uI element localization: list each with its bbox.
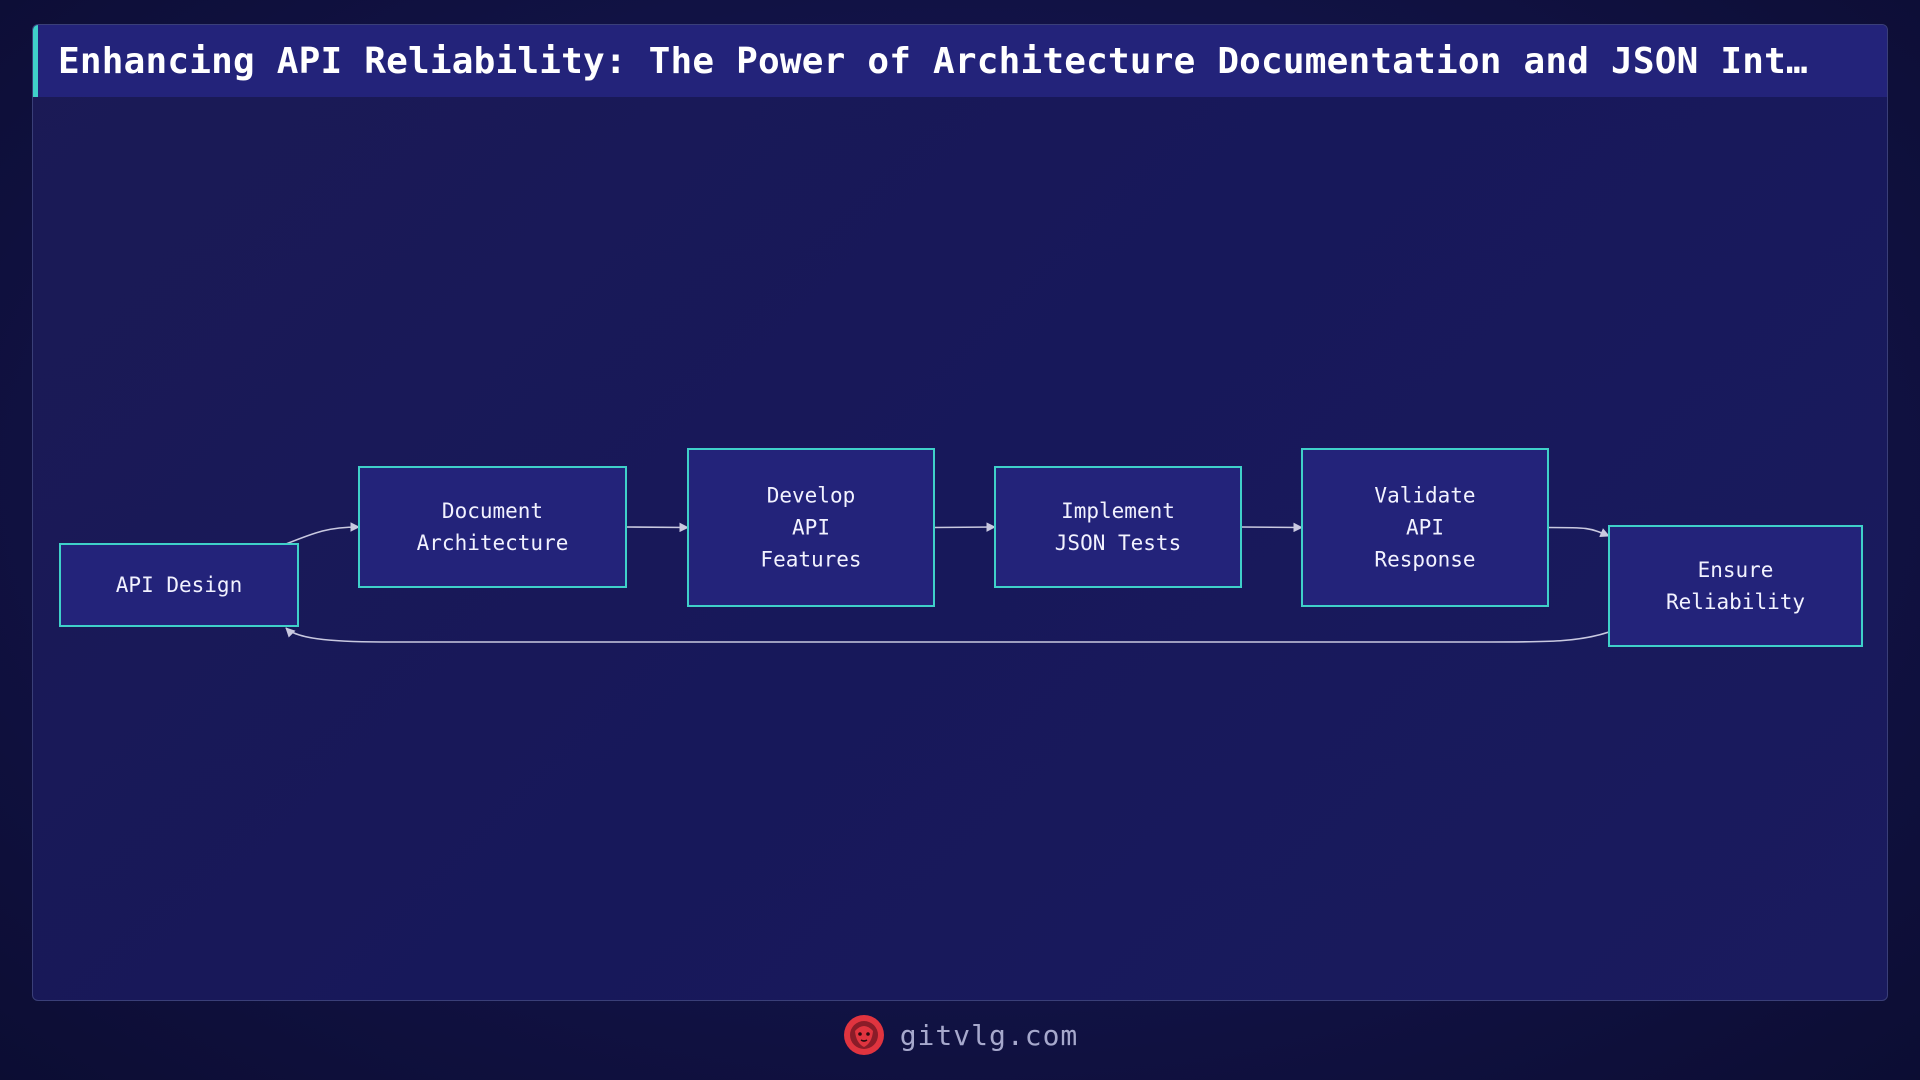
site-url[interactable]: gitvlg.com <box>900 1019 1079 1052</box>
node-box <box>1608 525 1863 647</box>
edge-ensure-reliability-to-api-design <box>285 627 1610 643</box>
node-validate-api-response: Validate API Response <box>1301 448 1549 607</box>
node-ensure-reliability: Ensure Reliability <box>1608 525 1863 647</box>
flow-diagram: API Design Document Architecture Develop API… <box>59 448 1863 647</box>
lion-head-icon <box>843 1015 884 1055</box>
node-document-architecture: Document Architecture <box>358 466 627 588</box>
node-label: API <box>1406 516 1444 540</box>
node-develop-api-features: Develop API Features <box>687 448 935 607</box>
edge-implement-json-tests-to-validate-api-response <box>1240 522 1303 533</box>
node-label: JSON Tests <box>1055 531 1181 555</box>
edge-api-design-to-document-architecture <box>285 522 360 545</box>
node-label: Implement <box>1061 499 1175 523</box>
node-label: Response <box>1374 548 1475 572</box>
node-label: Reliability <box>1666 590 1805 614</box>
node-label: API <box>792 516 830 540</box>
node-label: API Design <box>116 573 242 597</box>
node-label: Ensure <box>1698 558 1774 582</box>
slide-background: Enhancing API Reliability: The Power of … <box>0 0 1920 1080</box>
node-label: Develop <box>767 484 856 508</box>
node-label: Features <box>760 548 861 572</box>
node-label: Document <box>442 499 543 523</box>
footer: gitvlg.com <box>0 1010 1920 1060</box>
edge-document-architecture-to-develop-api-features <box>625 522 689 533</box>
node-implement-json-tests: Implement JSON Tests <box>994 466 1242 588</box>
node-box <box>358 466 627 588</box>
node-label: Architecture <box>417 531 569 555</box>
node-api-design: API Design <box>59 543 299 627</box>
edge-develop-api-features-to-implement-json-tests <box>933 522 996 532</box>
nodes-layer: API Design Document Architecture Develop API… <box>59 448 1863 647</box>
node-box <box>994 466 1242 588</box>
node-label: Validate <box>1374 484 1475 508</box>
edge-validate-api-response-to-ensure-reliability <box>1547 526 1610 538</box>
